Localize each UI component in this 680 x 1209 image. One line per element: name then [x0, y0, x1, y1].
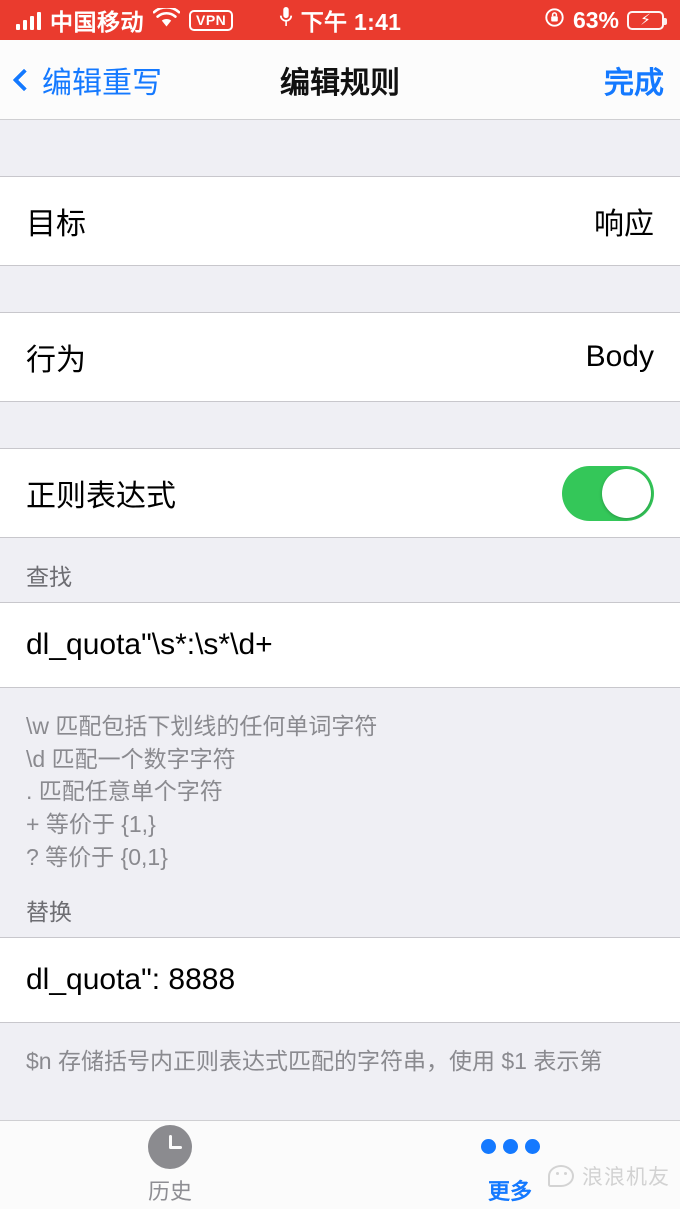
regex-toggle[interactable]: [562, 465, 654, 521]
find-section-footer: \w 匹配包括下划线的任何单词字符 \d 匹配一个数字字符 . 匹配任意单个字符…: [0, 688, 680, 874]
wifi-icon: [152, 5, 181, 34]
section-gap: [0, 120, 680, 176]
tab-history[interactable]: 历史: [0, 1121, 340, 1209]
replace-footer-line: $n 存储括号内正则表达式匹配的字符串，使用 $1 表示第: [26, 1048, 603, 1075]
status-bar-right: 63% ⚡: [544, 6, 667, 34]
signal-bars-icon: [16, 11, 41, 30]
find-footer-line: + 等价于 {1,}: [26, 810, 156, 837]
replace-section-footer: $n 存储括号内正则表达式匹配的字符串，使用 $1 表示第: [0, 1023, 680, 1078]
find-footer-line: . 匹配任意单个字符: [26, 778, 223, 805]
phone-screen: 中国移动 VPN 下午 1:41 63% ⚡ 编辑重写 编辑规则 完成 目标 响…: [0, 0, 680, 1209]
find-section-header: 查找: [0, 538, 680, 602]
tab-history-label: 历史: [147, 1178, 192, 1204]
section-gap: [0, 266, 680, 312]
rotation-lock-icon: [544, 7, 565, 34]
find-field-row[interactable]: dl_quota"\s*:\s*\d+: [0, 602, 680, 688]
back-button[interactable]: 编辑重写: [12, 58, 162, 102]
target-row-label: 目标: [26, 208, 86, 241]
back-button-label: 编辑重写: [42, 66, 162, 100]
section-gap: [0, 402, 680, 448]
action-row-value: Body: [585, 340, 654, 373]
battery-percent-label: 63%: [572, 6, 619, 33]
carrier-label: 中国移动: [50, 9, 144, 35]
ellipsis-icon: [480, 1125, 540, 1169]
target-row[interactable]: 目标 响应: [0, 176, 680, 266]
settings-list: 目标 响应 行为 Body 正则表达式 查找 dl_quota"\s*:\s*\…: [0, 120, 680, 1120]
find-footer-line: \d 匹配一个数字字符: [26, 745, 236, 772]
find-input[interactable]: dl_quota"\s*:\s*\d+: [26, 628, 273, 662]
vpn-badge: VPN: [189, 9, 234, 31]
target-row-value: 响应: [594, 208, 654, 241]
navigation-bar: 编辑重写 编辑规则 完成: [0, 40, 680, 120]
microphone-icon: [279, 6, 293, 34]
replace-input[interactable]: dl_quota": 8888: [26, 963, 235, 997]
status-bar-left: 中国移动 VPN: [16, 3, 234, 37]
tab-more-label: 更多: [487, 1178, 532, 1204]
clock-label: 下午 1:41: [300, 9, 402, 35]
done-button[interactable]: 完成: [604, 58, 664, 102]
status-bar: 中国移动 VPN 下午 1:41 63% ⚡: [0, 0, 680, 40]
action-row[interactable]: 行为 Body: [0, 312, 680, 402]
toggle-knob: [602, 468, 651, 518]
action-row-label: 行为: [26, 344, 86, 377]
tab-more[interactable]: 更多: [340, 1121, 680, 1209]
replace-section-header: 替换: [0, 873, 680, 938]
regex-row: 正则表达式: [0, 448, 680, 538]
find-footer-line: \w 匹配包括下划线的任何单词字符: [26, 713, 378, 739]
chevron-left-icon: [12, 68, 36, 91]
find-footer-line: ? 等价于 {0,1}: [26, 843, 168, 870]
clock-icon: [148, 1124, 192, 1169]
replace-field-row[interactable]: dl_quota": 8888: [0, 937, 680, 1024]
battery-charging-icon: ⚡: [627, 10, 667, 30]
tab-bar: 历史 更多 浪浪机友: [0, 1120, 680, 1209]
regex-row-label: 正则表达式: [26, 480, 176, 513]
